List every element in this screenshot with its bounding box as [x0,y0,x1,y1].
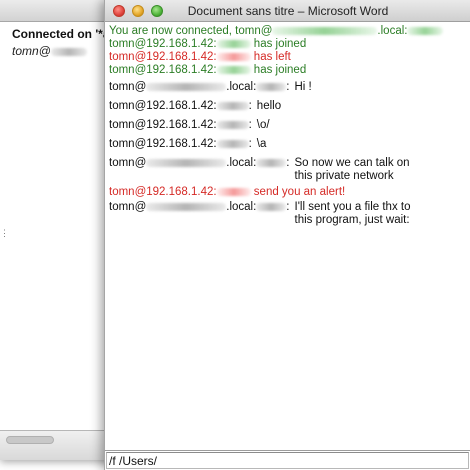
redacted-port [216,39,251,48]
chat-message-text: \a [256,138,267,150]
redacted-port [216,52,251,61]
redacted-hostname [50,47,87,56]
redacted-hostname [146,202,227,211]
chat-line-joined: tomn@192.168.1.42: has joined [109,38,307,50]
chat-message-text: hello [256,100,282,112]
chat-line-connected: You are now connected, tomn@ .local: [109,25,470,38]
window-titlebar[interactable]: Document sans titre – Microsoft Word [105,0,470,22]
background-window[interactable]: Connected on '*all tomn@ ⋮ [0,0,120,460]
redacted-port [216,101,249,110]
redacted-hostname [272,26,378,35]
chat-window[interactable]: Document sans titre – Microsoft Word You… [104,0,470,470]
redacted-port [256,82,287,91]
splitter-handle-icon[interactable]: ⋮ [0,228,9,240]
redacted-port [216,65,251,74]
chat-message-text: \o/ [256,119,270,131]
chat-message: tomn@ .local:: So now we can talk on this… [109,157,470,183]
chat-message-text: I'll sent you a file thx to this program… [294,201,411,226]
redacted-port [407,26,444,35]
chat-message: tomn@192.168.1.42:: hello [109,100,282,112]
message-input[interactable] [106,452,469,469]
redacted-port [216,187,251,196]
connected-label: Connected on '*all [12,27,117,41]
background-window-titlebar[interactable] [0,0,120,22]
input-bar [105,450,470,470]
chat-message: tomn@ .local:: I'll sent you a file thx t… [109,201,470,227]
chat-line-left: tomn@192.168.1.42: has left [109,51,291,63]
redacted-hostname [146,158,227,167]
redacted-port [216,120,249,129]
user-list-item[interactable]: tomn@ [12,44,87,58]
user-list-item-prefix: tomn@ [12,44,51,58]
background-window-content: Connected on '*all tomn@ [0,22,120,432]
chat-line-joined: tomn@192.168.1.42: has joined [109,64,307,76]
chat-message: tomn@192.168.1.42:: \a [109,138,267,150]
redacted-hostname [146,82,227,91]
redacted-port [216,139,249,148]
chat-message-text: Hi ! [294,81,312,93]
chat-message: tomn@ .local:: Hi ! [109,81,312,93]
chat-message-text: So now we can talk on this private netwo… [294,157,410,182]
chat-log: You are now connected, tomn@ .local: tomn… [105,22,470,450]
chat-line-alert: tomn@192.168.1.42: send you an alert! [109,186,346,198]
chat-message: tomn@192.168.1.42:: \o/ [109,119,270,131]
background-window-statusbar [0,430,120,460]
redacted-port [256,158,287,167]
horizontal-scrollbar[interactable] [6,436,54,444]
window-title: Document sans titre – Microsoft Word [187,4,389,18]
redacted-port [256,202,287,211]
